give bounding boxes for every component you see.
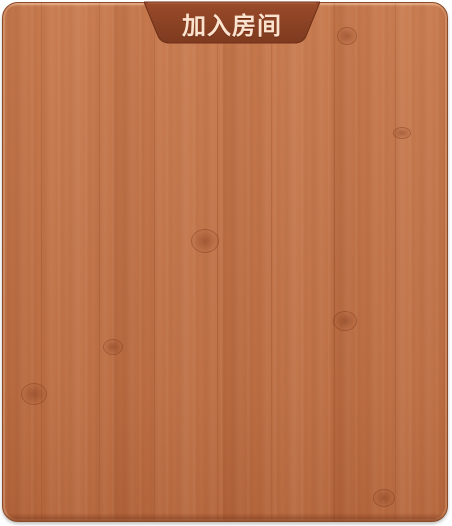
wood-grain	[41, 3, 42, 521]
wood-knot	[393, 127, 411, 139]
wood-knot	[337, 27, 357, 45]
wood-knot	[373, 489, 395, 507]
panel-bottom-edge	[3, 513, 447, 521]
wood-knot	[333, 311, 357, 331]
join-room-panel	[2, 2, 448, 522]
wood-grain	[334, 3, 335, 521]
dialog-title: 加入房间	[182, 12, 282, 40]
wood-knot	[21, 383, 47, 405]
wood-grain	[395, 3, 396, 521]
wood-grain	[217, 3, 218, 521]
wood-knot	[191, 229, 219, 253]
wood-knot	[103, 339, 123, 355]
wood-grain	[154, 3, 155, 521]
wood-grain	[99, 3, 100, 521]
wood-grain	[271, 3, 272, 521]
title-tab: 加入房间	[144, 0, 320, 44]
